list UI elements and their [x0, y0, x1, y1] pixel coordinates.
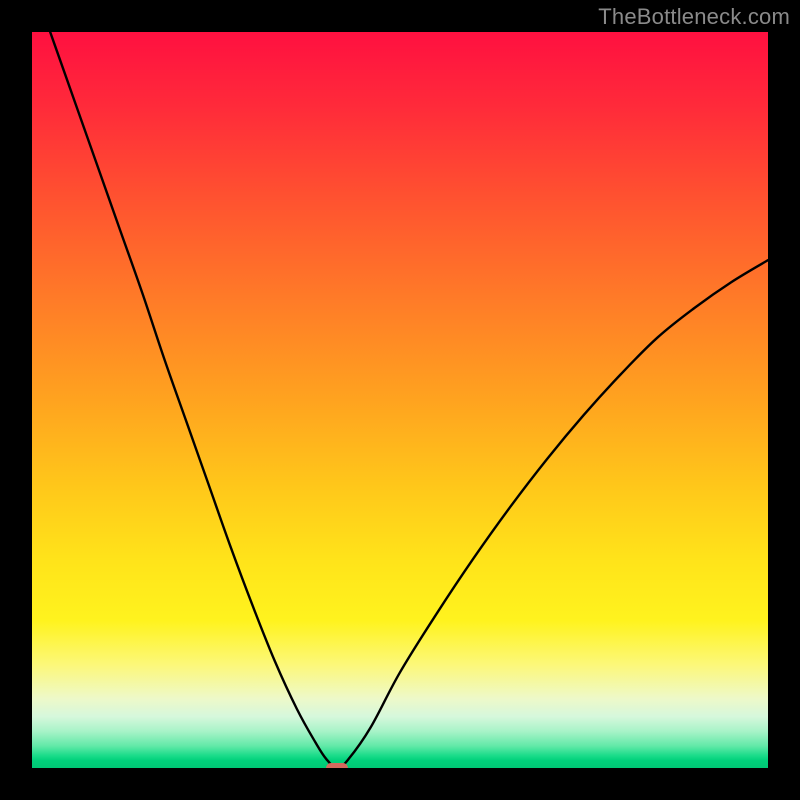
minimum-marker: [326, 763, 348, 768]
plot-area: [32, 32, 768, 768]
watermark-text: TheBottleneck.com: [598, 4, 790, 30]
bottleneck-curve: [32, 32, 768, 768]
chart-frame: TheBottleneck.com: [0, 0, 800, 800]
